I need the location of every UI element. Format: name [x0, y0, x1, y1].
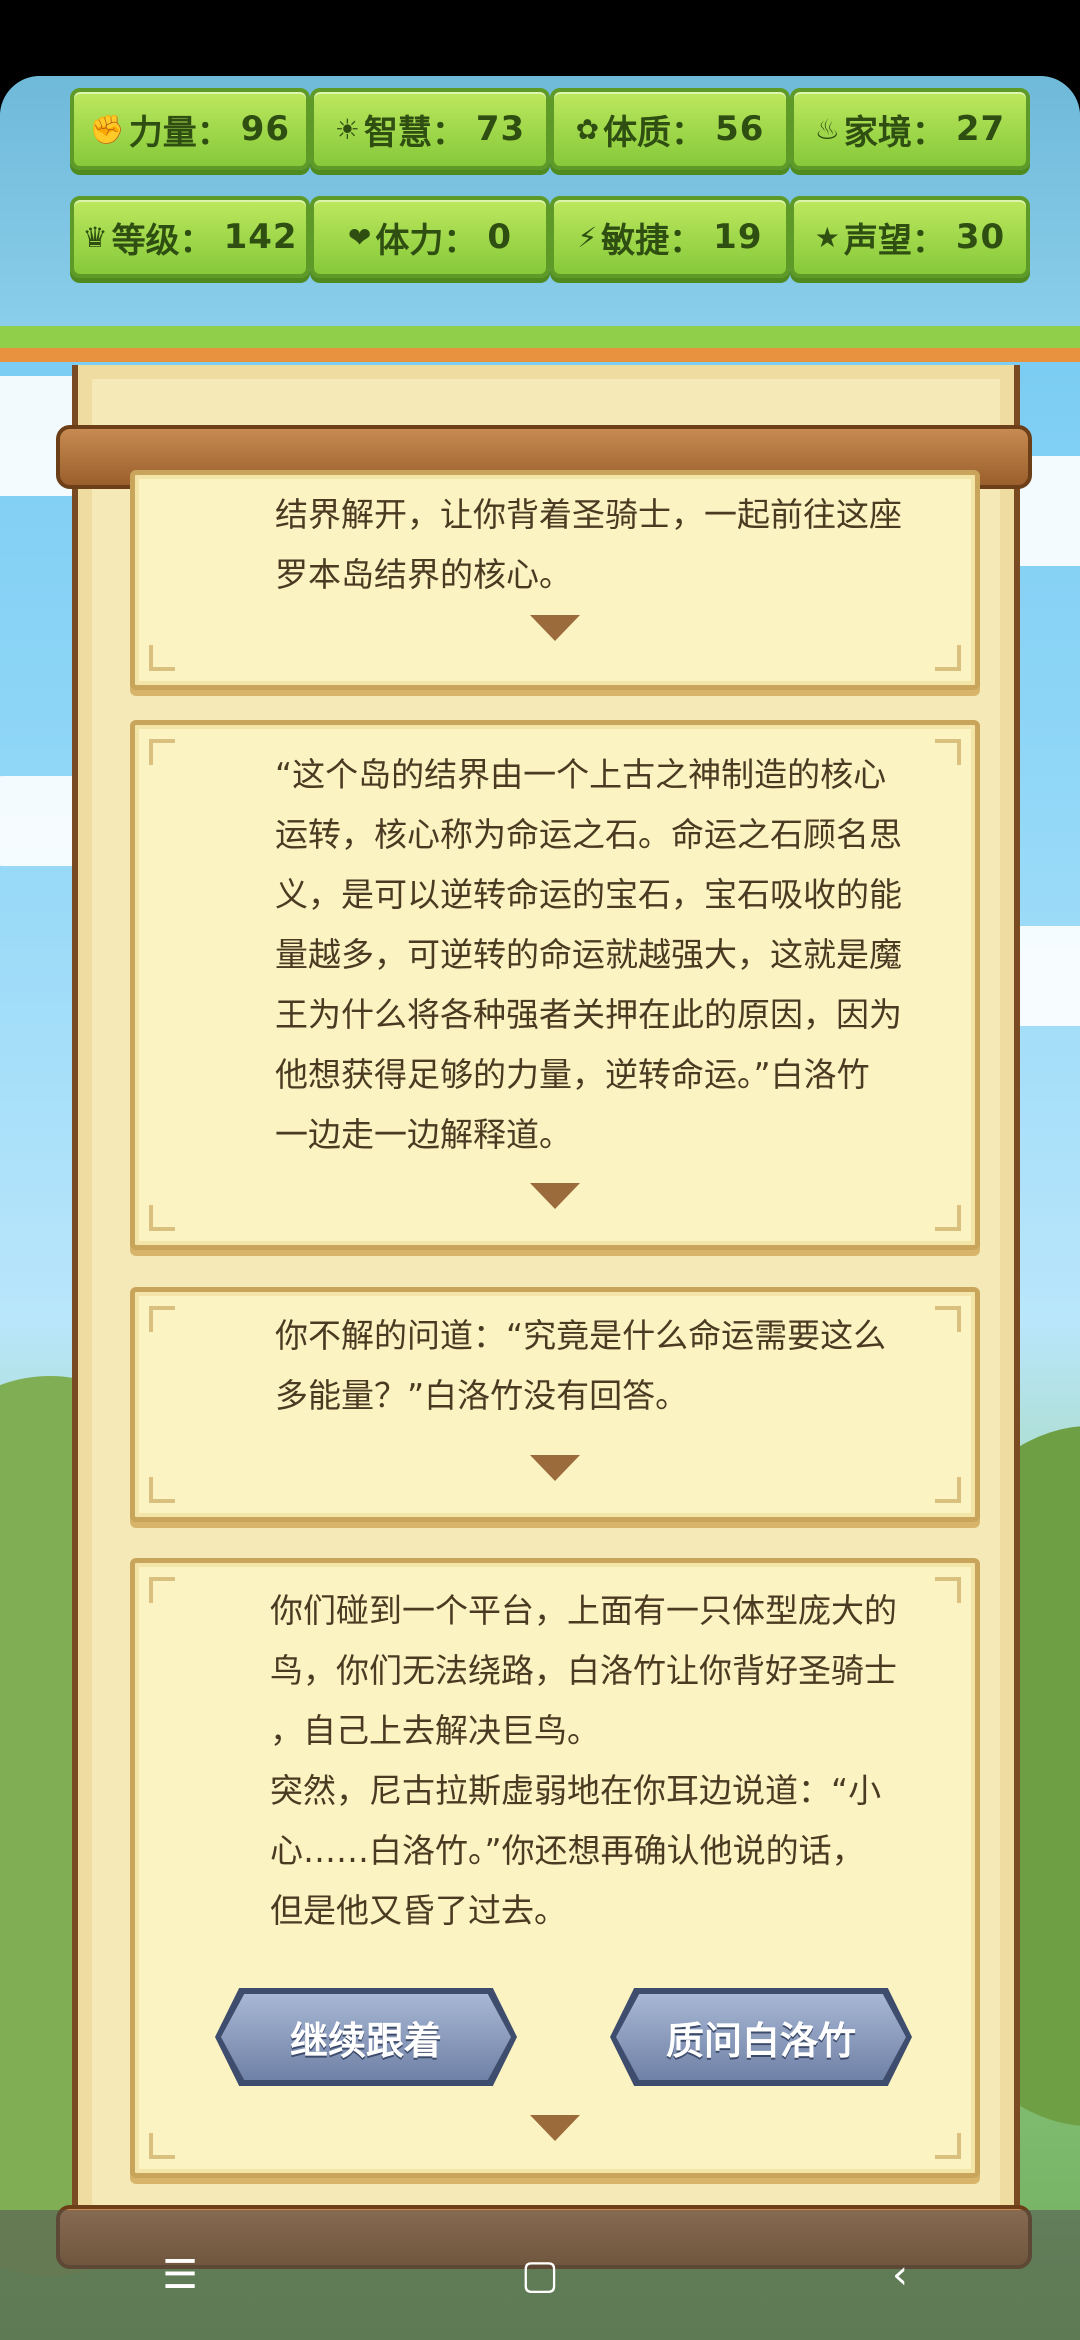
- stat-label: 智慧：: [363, 112, 466, 153]
- stat-label: 家境：: [843, 112, 946, 153]
- stat-value: 73: [475, 109, 526, 149]
- status-bar: [0, 0, 1080, 76]
- card-corner: [935, 1477, 961, 1503]
- story-text: 结界解开，让你背着圣骑士，一起前往这座 罗本岛结界的核心。: [275, 495, 902, 594]
- stat-label: 等级：: [111, 220, 214, 261]
- fist-icon: ✊: [89, 112, 125, 146]
- stat-family: ♨ 家境： 27: [790, 88, 1030, 170]
- stat-value: 0: [487, 217, 513, 257]
- dirt-stripe: [0, 348, 1080, 362]
- choice-question-button[interactable]: 质问白洛竹: [616, 1994, 906, 2080]
- story-text: “这个岛的结界由一个上古之神制造的核心 运转，核心称为命运之石。命运之石顾名思 …: [275, 755, 902, 1154]
- continue-arrow-icon[interactable]: [530, 1183, 580, 1209]
- wealth-icon: ♨: [814, 112, 840, 146]
- clover-icon: ✿: [575, 112, 600, 146]
- stat-label: 声望：: [843, 220, 946, 261]
- crown-icon: ♛: [82, 220, 108, 254]
- stat-label: 体力：: [375, 220, 478, 261]
- stat-value: 27: [955, 109, 1006, 149]
- card-corner: [149, 645, 175, 671]
- stat-agility: ⚡ 敏捷： 19: [550, 196, 790, 278]
- card-corner: [935, 645, 961, 671]
- continue-arrow-icon[interactable]: [530, 615, 580, 641]
- card-corner: [935, 1205, 961, 1231]
- story-text: 你不解的问道：“究竟是什么命运需要这么 多能量？”白洛竹没有回答。: [275, 1316, 887, 1415]
- stat-reputation: ★ 声望： 30: [790, 196, 1030, 278]
- card-corner: [149, 1205, 175, 1231]
- stat-stamina: ❤ 体力： 0: [310, 196, 550, 278]
- stat-label: 体质：: [603, 112, 706, 153]
- choice-follow-button[interactable]: 继续跟着: [221, 1994, 511, 2080]
- lightning-icon: ⚡: [577, 220, 598, 254]
- story-text: 你们碰到一个平台，上面有一只体型庞大的 鸟，你们无法绕路，白洛竹让你背好圣骑士 …: [270, 1591, 897, 1930]
- card-corner: [149, 1306, 175, 1332]
- stat-constitution: ✿ 体质： 56: [550, 88, 790, 170]
- system-navbar: ☰ ▢ ‹: [0, 2210, 1080, 2340]
- continue-arrow-icon[interactable]: [530, 2115, 580, 2141]
- stat-value: 142: [223, 217, 298, 257]
- card-corner: [149, 1477, 175, 1503]
- star-icon: ★: [814, 220, 840, 254]
- stat-value: 30: [955, 217, 1006, 257]
- story-card: 结界解开，让你背着圣骑士，一起前往这座 罗本岛结界的核心。: [130, 470, 980, 690]
- stat-wisdom: ☀ 智慧： 73: [310, 88, 550, 170]
- stat-level: ♛ 等级： 142: [70, 196, 310, 278]
- lightbulb-icon: ☀: [334, 112, 360, 146]
- story-card-current: 你们碰到一个平台，上面有一只体型庞大的 鸟，你们无法绕路，白洛竹让你背好圣骑士 …: [130, 1558, 980, 2178]
- stat-value: 96: [240, 109, 291, 149]
- story-card: “这个岛的结界由一个上古之神制造的核心 运转，核心称为命运之石。命运之石顾名思 …: [130, 720, 980, 1250]
- menu-icon[interactable]: ☰: [120, 2252, 240, 2298]
- story-card: 你不解的问道：“究竟是什么命运需要这么 多能量？”白洛竹没有回答。: [130, 1287, 980, 1522]
- stat-value: 56: [715, 109, 765, 149]
- grass-stripe: [0, 326, 1080, 348]
- stat-label: 力量：: [128, 112, 231, 153]
- continue-arrow-icon[interactable]: [530, 1455, 580, 1481]
- card-corner: [149, 739, 175, 765]
- heart-icon: ❤: [347, 220, 372, 254]
- stat-value: 19: [713, 217, 763, 257]
- back-icon[interactable]: ‹: [840, 2252, 960, 2298]
- card-corner: [935, 2133, 961, 2159]
- card-corner: [149, 2133, 175, 2159]
- card-corner: [149, 1577, 175, 1603]
- stat-strength: ✊ 力量： 96: [70, 88, 310, 170]
- stat-label: 敏捷：: [601, 220, 704, 261]
- home-icon[interactable]: ▢: [480, 2252, 600, 2298]
